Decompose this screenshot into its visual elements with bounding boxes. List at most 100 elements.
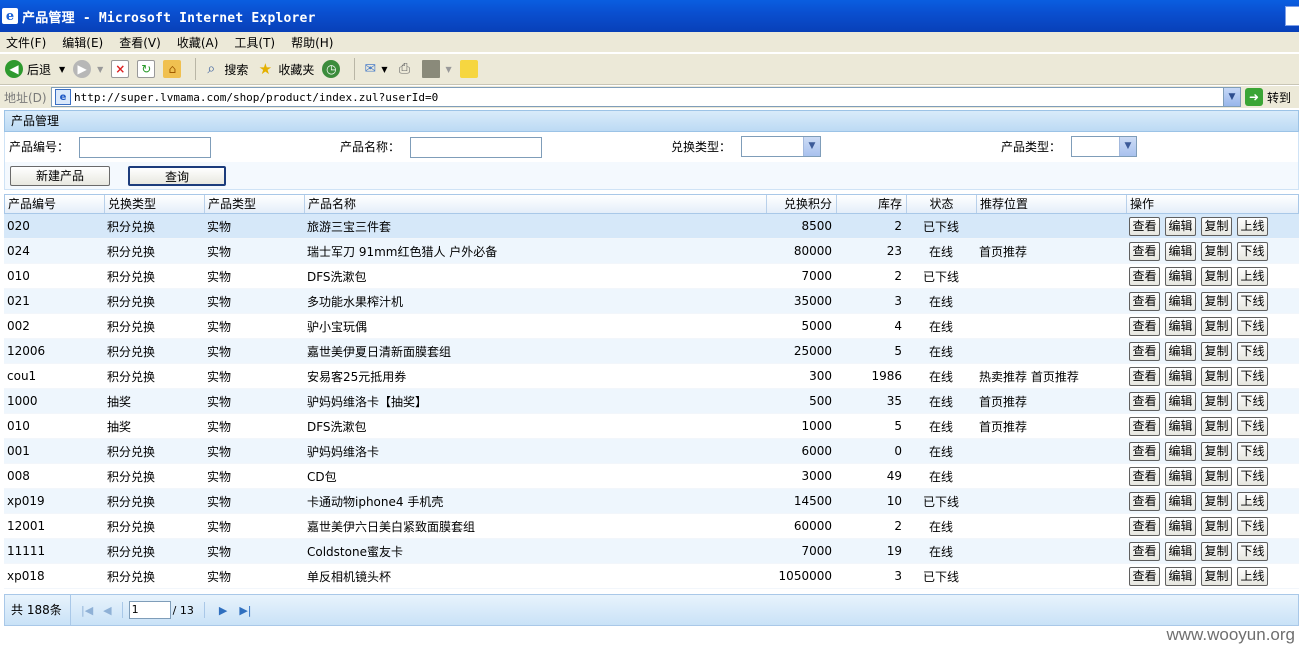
copy-button[interactable]: 复制 — [1201, 491, 1232, 511]
table-row[interactable]: 021 积分兑换 实物 多功能水果榨汁机 35000 3 在线 查看 编辑 复制 下线 — [4, 289, 1299, 314]
exchange-type-select[interactable]: ▼ — [741, 136, 821, 157]
toggle-online-button[interactable]: 上线 — [1237, 491, 1268, 511]
copy-button[interactable]: 复制 — [1201, 441, 1232, 461]
first-page-icon[interactable]: |◀ — [81, 604, 93, 617]
view-button[interactable]: 查看 — [1129, 366, 1160, 386]
edit-button[interactable]: 编辑 — [1165, 241, 1196, 261]
address-url[interactable]: http://super.lvmama.com/shop/product/ind… — [74, 91, 438, 104]
table-row[interactable]: 010 抽奖 实物 DFS洗漱包 1000 5 在线 首页推荐 查看 编辑 复制 下线 — [4, 414, 1299, 439]
home-button[interactable]: ⌂ — [163, 60, 182, 78]
view-button[interactable]: 查看 — [1129, 341, 1160, 361]
column-header[interactable]: 状态 — [907, 195, 977, 213]
copy-button[interactable]: 复制 — [1201, 391, 1232, 411]
column-header[interactable]: 产品名称 — [305, 195, 767, 213]
query-button[interactable]: 查询 — [128, 166, 226, 186]
search-button[interactable]: ⌕ 搜索 — [202, 60, 248, 78]
column-header[interactable]: 产品编号 — [5, 195, 105, 213]
address-dropdown-icon[interactable]: ▼ — [1223, 88, 1240, 106]
go-button[interactable]: ➜ 转到 — [1245, 88, 1291, 106]
back-button[interactable]: ◀ 后退 ▼ — [5, 60, 65, 78]
view-button[interactable]: 查看 — [1129, 466, 1160, 486]
product-code-input[interactable] — [79, 137, 211, 158]
view-button[interactable]: 查看 — [1129, 241, 1160, 261]
view-button[interactable]: 查看 — [1129, 491, 1160, 511]
toggle-online-button[interactable]: 下线 — [1237, 441, 1268, 461]
column-header[interactable]: 兑换积分 — [767, 195, 837, 213]
view-button[interactable]: 查看 — [1129, 291, 1160, 311]
prev-page-icon[interactable]: ◀ — [103, 604, 111, 617]
edit-button[interactable]: 编辑 — [1165, 391, 1196, 411]
table-row[interactable]: xp019 积分兑换 实物 卡通动物iphone4 手机壳 14500 10 已下线 查看 编辑… — [4, 489, 1299, 514]
table-row[interactable]: 1000 抽奖 实物 驴妈妈维洛卡【抽奖】 500 35 在线 首页推荐 查看 编辑 复制 下线 — [4, 389, 1299, 414]
edit-button[interactable]: 编辑 — [1165, 291, 1196, 311]
toggle-online-button[interactable]: 下线 — [1237, 516, 1268, 536]
edit-dropdown-icon[interactable]: ▼ — [446, 65, 452, 74]
menu-view[interactable]: 查看(V) — [119, 34, 161, 51]
view-button[interactable]: 查看 — [1129, 441, 1160, 461]
table-row[interactable]: xp018 积分兑换 实物 单反相机镜头杯 1050000 3 已下线 查看 编辑 复制 上线 — [4, 564, 1299, 589]
print-button[interactable]: ⎙ — [396, 60, 414, 78]
view-button[interactable]: 查看 — [1129, 216, 1160, 236]
table-row[interactable]: 008 积分兑换 实物 CD包 3000 49 在线 查看 编辑 复制 下线 — [4, 464, 1299, 489]
copy-button[interactable]: 复制 — [1201, 266, 1232, 286]
edit-button[interactable]: 编辑 — [1165, 316, 1196, 336]
column-header[interactable]: 推荐位置 — [977, 195, 1127, 213]
copy-button[interactable]: 复制 — [1201, 216, 1232, 236]
edit-button[interactable]: 编辑 — [1165, 566, 1196, 586]
toggle-online-button[interactable]: 上线 — [1237, 216, 1268, 236]
back-dropdown-icon[interactable]: ▼ — [59, 65, 65, 74]
table-row[interactable]: cou1 积分兑换 实物 安易客25元抵用券 300 1986 在线 热卖推荐 首页推荐 查看编… — [4, 364, 1299, 389]
refresh-button[interactable]: ↻ — [137, 60, 156, 78]
copy-button[interactable]: 复制 — [1201, 566, 1232, 586]
menu-favorites[interactable]: 收藏(A) — [177, 34, 219, 51]
favorites-button[interactable]: ★ 收藏夹 — [256, 60, 315, 78]
toggle-online-button[interactable]: 下线 — [1237, 541, 1268, 561]
view-button[interactable]: 查看 — [1129, 516, 1160, 536]
edit-button[interactable]: 编辑 — [1165, 441, 1196, 461]
product-name-input[interactable] — [410, 137, 542, 158]
view-button[interactable]: 查看 — [1129, 541, 1160, 561]
stop-button[interactable]: × — [111, 60, 130, 78]
copy-button[interactable]: 复制 — [1201, 341, 1232, 361]
table-row[interactable]: 010 积分兑换 实物 DFS洗漱包 7000 2 已下线 查看 编辑 复制 上线 — [4, 264, 1299, 289]
next-page-icon[interactable]: ▶ — [219, 604, 227, 617]
copy-button[interactable]: 复制 — [1201, 516, 1232, 536]
table-row[interactable]: 002 积分兑换 实物 驴小宝玩偶 5000 4 在线 查看 编辑 复制 下线 — [4, 314, 1299, 339]
edit-button[interactable]: 编辑 — [1165, 266, 1196, 286]
toggle-online-button[interactable]: 下线 — [1237, 466, 1268, 486]
toggle-online-button[interactable]: 上线 — [1237, 566, 1268, 586]
menu-tools[interactable]: 工具(T) — [234, 34, 275, 51]
forward-button[interactable]: ▶ ▼ — [73, 60, 103, 78]
mail-button[interactable]: ✉ ▼ — [361, 60, 387, 78]
table-row[interactable]: 024 积分兑换 实物 瑞士军刀 91mm红色猎人 户外必备 80000 23 在线 首页推荐… — [4, 239, 1299, 264]
edit-button[interactable]: 编辑 — [1165, 216, 1196, 236]
page-number-input[interactable]: 1 — [128, 601, 171, 619]
column-header[interactable]: 产品类型 — [205, 195, 305, 213]
table-row[interactable]: 12006 积分兑换 实物 嘉世美伊夏日清新面膜套组 25000 5 在线 查看 编辑 复制 下线 — [4, 339, 1299, 364]
view-button[interactable]: 查看 — [1129, 566, 1160, 586]
edit-button[interactable]: 编辑 — [1165, 491, 1196, 511]
edit-button[interactable]: 编辑 — [1165, 516, 1196, 536]
edit-button[interactable]: 编辑 — [1165, 341, 1196, 361]
view-button[interactable]: 查看 — [1129, 416, 1160, 436]
toggle-online-button[interactable]: 下线 — [1237, 416, 1268, 436]
view-button[interactable]: 查看 — [1129, 316, 1160, 336]
menu-file[interactable]: 文件(F) — [6, 34, 46, 51]
product-type-select[interactable]: ▼ — [1071, 136, 1137, 157]
table-row[interactable]: 12001 积分兑换 实物 嘉世美伊六日美白紧致面膜套组 60000 2 在线 查看 编辑 复制下… — [4, 514, 1299, 539]
toggle-online-button[interactable]: 下线 — [1237, 341, 1268, 361]
copy-button[interactable]: 复制 — [1201, 241, 1232, 261]
forward-dropdown-icon[interactable]: ▼ — [97, 65, 103, 74]
copy-button[interactable]: 复制 — [1201, 316, 1232, 336]
copy-button[interactable]: 复制 — [1201, 541, 1232, 561]
column-header[interactable]: 库存 — [837, 195, 907, 213]
edit-button[interactable]: 编辑 — [1165, 466, 1196, 486]
address-input[interactable]: e http://super.lvmama.com/shop/product/i… — [51, 87, 1241, 107]
view-button[interactable]: 查看 — [1129, 391, 1160, 411]
history-button[interactable]: ◷ — [322, 60, 341, 78]
copy-button[interactable]: 复制 — [1201, 291, 1232, 311]
last-page-icon[interactable]: ▶| — [239, 604, 251, 617]
copy-button[interactable]: 复制 — [1201, 366, 1232, 386]
view-button[interactable]: 查看 — [1129, 266, 1160, 286]
toggle-online-button[interactable]: 上线 — [1237, 266, 1268, 286]
